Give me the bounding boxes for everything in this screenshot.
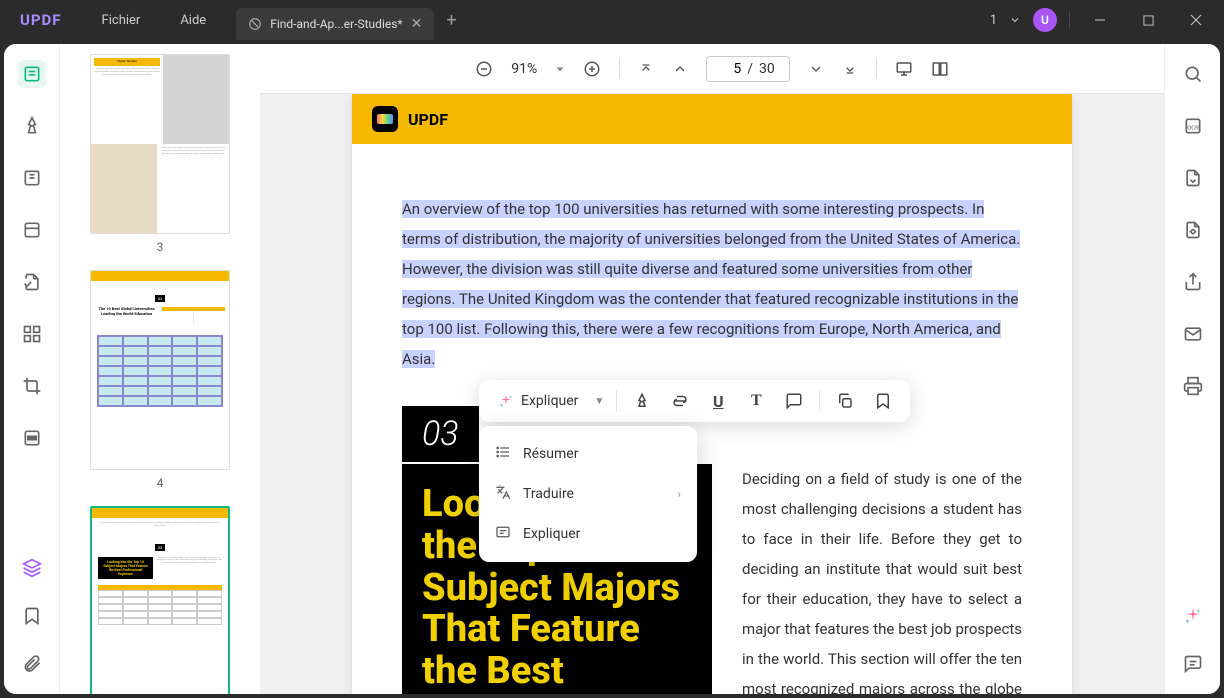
- workspace-count[interactable]: 1: [990, 13, 997, 28]
- reader-mode-icon[interactable]: [18, 60, 46, 88]
- selection-toolbar: Expliquer ▼ U T: [479, 380, 910, 422]
- text-style-button[interactable]: T: [739, 384, 773, 418]
- print-icon[interactable]: [1179, 372, 1207, 400]
- section-number: 03: [402, 406, 479, 462]
- titlebar: UPDF Fichier Aide Find-and-Ap...er-Studi…: [0, 0, 1224, 40]
- attachment-icon[interactable]: [18, 650, 46, 678]
- thumb-label: 4: [80, 476, 240, 490]
- comment-button[interactable]: [777, 384, 811, 418]
- ai-assistant-icon[interactable]: [1179, 602, 1207, 630]
- document-tab[interactable]: Find-and-Ap...er-Studies* ✕: [236, 8, 434, 40]
- share-icon[interactable]: [1179, 268, 1207, 296]
- prev-page-button[interactable]: [672, 61, 688, 77]
- next-page-button[interactable]: [808, 61, 824, 77]
- document-area: 91% / 30: [260, 44, 1164, 694]
- selected-text[interactable]: An overview of the top 100 universities …: [402, 200, 1020, 368]
- menu-file[interactable]: Fichier: [82, 0, 161, 40]
- list-icon: [495, 444, 511, 464]
- brand-logo-icon: [372, 106, 398, 132]
- ai-sparkle-icon: [497, 392, 515, 410]
- zoom-out-button[interactable]: [475, 60, 493, 78]
- page-indicator[interactable]: / 30: [706, 56, 790, 82]
- presentation-icon[interactable]: [895, 60, 913, 78]
- zoom-level: 91%: [511, 61, 537, 77]
- comments-panel-icon[interactable]: [1179, 650, 1207, 678]
- thumbnail-page-5[interactable]: An overview of the top universities has …: [80, 506, 240, 694]
- left-tool-rail: [4, 44, 60, 694]
- minimize-button[interactable]: [1082, 0, 1118, 40]
- ai-explain-item[interactable]: Expliquer: [479, 514, 697, 554]
- section-body-text: Deciding on a field of study is one of t…: [742, 464, 1022, 694]
- user-avatar[interactable]: U: [1033, 8, 1057, 32]
- bookmark-selection-button[interactable]: [866, 384, 900, 418]
- zoom-in-button[interactable]: [583, 60, 601, 78]
- ai-translate-item[interactable]: Traduire ›: [479, 474, 697, 514]
- edit-text-icon[interactable]: [18, 164, 46, 192]
- last-page-button[interactable]: [842, 61, 858, 77]
- crop-icon[interactable]: [18, 372, 46, 400]
- chevron-down-icon[interactable]: [1009, 14, 1021, 26]
- page-total: 30: [759, 61, 775, 77]
- page-input[interactable]: [721, 61, 741, 77]
- translate-icon: [495, 484, 511, 504]
- highlight-button[interactable]: [625, 384, 659, 418]
- zoom-dropdown[interactable]: [555, 64, 565, 74]
- close-button[interactable]: [1178, 0, 1214, 40]
- thumb-label: 3: [80, 240, 240, 254]
- document-toolbar: 91% / 30: [260, 44, 1164, 94]
- tab-title: Find-and-Ap...er-Studies*: [270, 17, 402, 31]
- copy-button[interactable]: [828, 384, 862, 418]
- chevron-right-icon: ›: [677, 487, 681, 501]
- bookmark-icon[interactable]: [18, 602, 46, 630]
- explain-icon: [495, 524, 511, 544]
- menu-item-label: Expliquer: [523, 526, 580, 542]
- right-tool-rail: OCR: [1164, 44, 1220, 694]
- view-mode-icon[interactable]: [931, 60, 949, 78]
- underline-button[interactable]: U: [701, 384, 735, 418]
- ai-dropdown-menu: Résumer Traduire › Expliquer: [479, 426, 697, 562]
- ai-button-label: Expliquer: [521, 393, 578, 409]
- organize-icon[interactable]: [18, 320, 46, 348]
- tab-close-icon[interactable]: ✕: [411, 16, 423, 32]
- brand-text: UPDF: [408, 110, 448, 129]
- thumbnail-page-4[interactable]: 02 The 10 Best Global Universities Leadi…: [80, 270, 240, 490]
- tab-doc-icon: [248, 17, 262, 31]
- doc-header: UPDF: [352, 94, 1072, 144]
- convert-icon[interactable]: [1179, 164, 1207, 192]
- app-logo: UPDF: [0, 11, 82, 29]
- maximize-button[interactable]: [1130, 0, 1166, 40]
- ai-explain-button[interactable]: Expliquer: [489, 392, 586, 410]
- redact-icon[interactable]: [18, 424, 46, 452]
- menu-help[interactable]: Aide: [160, 0, 226, 40]
- ai-summarize-item[interactable]: Résumer: [479, 434, 697, 474]
- compress-icon[interactable]: [1179, 216, 1207, 244]
- add-tab-button[interactable]: +: [446, 10, 456, 31]
- layers-icon[interactable]: [18, 554, 46, 582]
- ai-dropdown-toggle[interactable]: ▼: [590, 396, 608, 407]
- highlighter-icon[interactable]: [18, 112, 46, 140]
- form-icon[interactable]: [18, 216, 46, 244]
- menu-item-label: Traduire: [523, 486, 574, 502]
- search-icon[interactable]: [1179, 60, 1207, 88]
- thumbnail-panel[interactable]: Higher Studies Lorem ipsum dolor sit ame…: [60, 44, 260, 694]
- thumbnail-page-3[interactable]: Higher Studies Lorem ipsum dolor sit ame…: [80, 54, 240, 254]
- email-icon[interactable]: [1179, 320, 1207, 348]
- menu-item-label: Résumer: [523, 446, 578, 462]
- strikethrough-button[interactable]: [663, 384, 697, 418]
- ocr-icon[interactable]: OCR: [1179, 112, 1207, 140]
- edit-page-icon[interactable]: [18, 268, 46, 296]
- svg-text:OCR: OCR: [1187, 125, 1199, 131]
- first-page-button[interactable]: [638, 61, 654, 77]
